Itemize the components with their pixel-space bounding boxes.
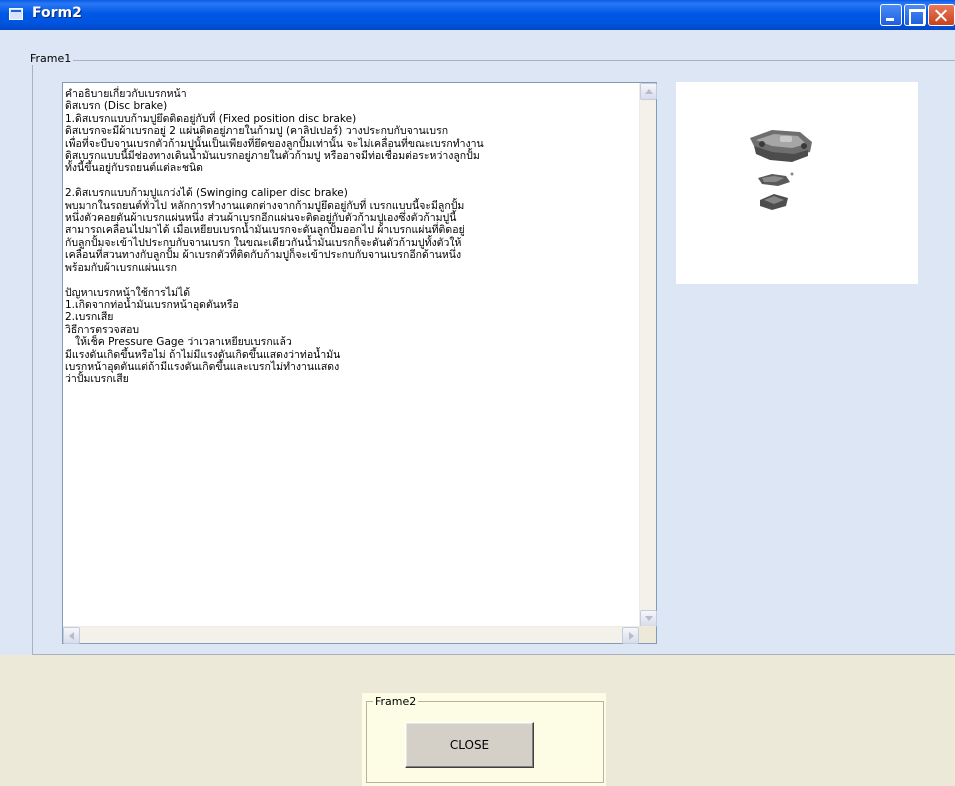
description-textbox[interactable]: คำอธิบายเกี่ยวกับเบรกหน้า ดิสเบรก (Disc b… — [62, 82, 657, 644]
frame2-label: Frame2 — [373, 695, 419, 708]
vertical-scrollbar[interactable] — [639, 83, 657, 627]
text-line — [65, 175, 637, 187]
close-button[interactable]: CLOSE — [405, 722, 534, 768]
frame2: Frame2 CLOSE — [362, 693, 606, 786]
text-line: สามารถเคลื่อนไปมาได้ เมื่อเหยียบเบรกน้ำม… — [65, 224, 465, 237]
arrow-down-icon — [645, 616, 653, 621]
text-line: หนึ่งตัวคอยดันผ้าเบรกแผ่นหนึ่ง ส่วนผ้าเบ… — [65, 212, 457, 225]
text-line: วิธีการตรวจสอบ — [65, 323, 140, 336]
form-client-area: Frame1 คำอธิบายเกี่ยวกับเบรกหน้า ดิสเบรก … — [0, 30, 955, 786]
text-line: ดิสเบรกจะมีผ้าเบรกอยู่ 2 แผ่นติดอยู่ภายใ… — [65, 125, 449, 138]
scrollbar-corner — [639, 626, 656, 643]
frame1-label: Frame1 — [28, 52, 74, 65]
window-title: Form2 — [32, 5, 82, 21]
text-line: ว่าปั้มเบรกเสีย — [65, 373, 129, 386]
text-line: 1.เกิดจากท่อน้ำมันเบรกหน้าอุดตันหรือ — [65, 298, 239, 311]
scroll-right-button[interactable] — [622, 627, 639, 644]
text-line: พร้อมกับผ้าเบรกแผ่นแรก — [65, 261, 177, 274]
text-line: 2.ดิสเบรกแบบก้ามปูแกว่งได้ (Swinging cal… — [65, 187, 348, 200]
description-text[interactable]: คำอธิบายเกี่ยวกับเบรกหน้า ดิสเบรก (Disc b… — [65, 85, 637, 625]
text-line: ทั้งนี้ขึ้นอยู่กับรถยนต์แต่ละชนิด — [65, 162, 203, 175]
disc-brake-caliper-image — [750, 130, 812, 210]
arrow-right-icon — [629, 632, 634, 640]
text-line: 1.ดิสเบรกแบบก้ามปูยึดติดอยู่กับที่ (Fixe… — [65, 112, 357, 125]
text-line: เพื่อที่จะบีบจานเบรกตัวก้ามปูนั้นเป็นเพี… — [65, 137, 484, 150]
text-line — [65, 274, 637, 286]
text-line: มีแรงดันเกิดขึ้นหรือไม่ ถ้าไม่มีแรงดันเก… — [65, 348, 341, 361]
title-bar[interactable]: Form2 — [0, 0, 955, 30]
maximize-button[interactable] — [904, 4, 926, 26]
text-line: ดิสเบรก (Disc brake) — [65, 100, 168, 113]
brake-caliper-picture — [676, 82, 918, 284]
text-line: เบรกหน้าอุดตันแต่ถ้ามีแรงดันเกิดขึ้นและเ… — [65, 360, 340, 373]
minimize-button[interactable] — [880, 4, 902, 26]
horizontal-scrollbar[interactable] — [63, 626, 639, 644]
text-line: ดิสเบรกแบบนี้มีช่องทางเดินน้ำมันเบรกอยู่… — [65, 150, 480, 163]
text-line: ให้เช็ค Pressure Gage ว่าเวลาเหยียบเบรกแ… — [65, 336, 292, 349]
window-close-button[interactable] — [928, 4, 955, 26]
text-line: ปัญหาเบรกหน้าใช้การไม่ได้ — [65, 286, 191, 299]
scroll-left-button[interactable] — [63, 627, 80, 644]
arrow-up-icon — [645, 89, 653, 94]
text-line: 2.เบรกเสีย — [65, 311, 114, 324]
scroll-up-button[interactable] — [640, 83, 657, 100]
text-line: เคลื่อนที่สวนทางกับลูกปั้ม ผ้าเบรกตัวที่… — [65, 249, 462, 262]
arrow-left-icon — [69, 632, 74, 640]
scroll-down-button[interactable] — [640, 610, 657, 627]
text-line: คำอธิบายเกี่ยวกับเบรกหน้า — [65, 88, 187, 100]
frame1: Frame1 คำอธิบายเกี่ยวกับเบรกหน้า ดิสเบรก … — [0, 30, 955, 655]
text-line: กับลูกปั้มจะเข้าไปประกบกับจานเบรก ในขณะเ… — [65, 236, 462, 249]
text-line: พบมากในรถยนต์ทั่วไป หลักการทำงานแตกต่างจ… — [65, 199, 465, 212]
app-icon — [9, 8, 23, 20]
